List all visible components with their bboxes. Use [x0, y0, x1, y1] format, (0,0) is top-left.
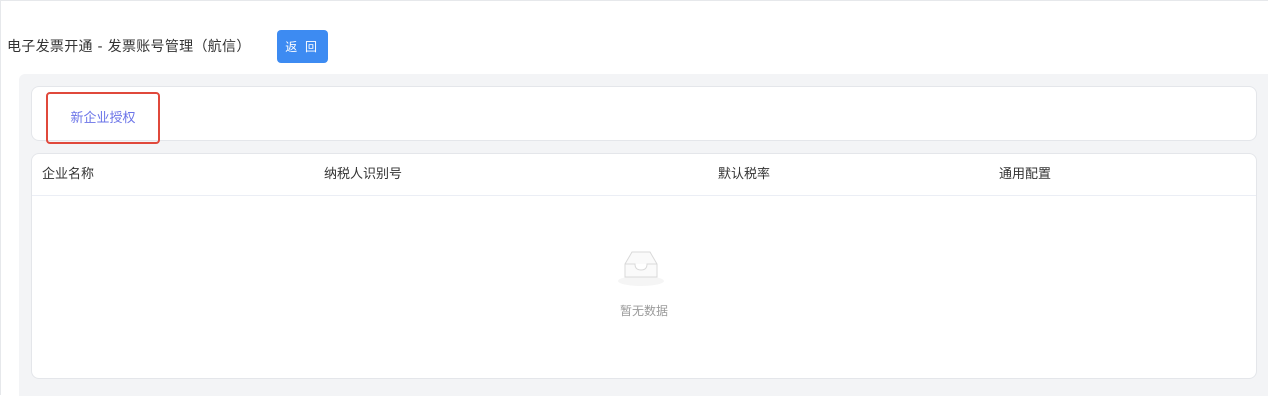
table-header: 企业名称 纳税人识别号 默认税率 通用配置: [32, 154, 1256, 196]
page-frame: 电子发票开通 - 发票账号管理（航信） 返 回 新企业授权 企业名称 纳税人识别…: [0, 0, 1268, 396]
toolbar-card: 新企业授权: [31, 86, 1257, 144]
column-header-general-config[interactable]: 通用配置: [999, 154, 1051, 196]
page-title: 电子发票开通 - 发票账号管理（航信）: [7, 39, 251, 55]
empty-text: 暂无数据: [619, 304, 668, 318]
column-header-company-name[interactable]: 企业名称: [42, 154, 94, 196]
accounts-table: 企业名称 纳税人识别号 默认税率 通用配置 暂无数据: [31, 153, 1257, 379]
content-area: 新企业授权 企业名称 纳税人识别号 默认税率 通用配置 暂无数据: [19, 74, 1268, 396]
page-header: 电子发票开通 - 发票账号管理（航信） 返 回: [7, 29, 328, 63]
new-enterprise-auth-link[interactable]: 新企业授权: [46, 92, 160, 144]
empty-state: 暂无数据: [32, 196, 1256, 378]
empty-inbox-icon: [618, 251, 664, 286]
column-header-taxpayer-id[interactable]: 纳税人识别号: [324, 154, 402, 196]
back-button[interactable]: 返 回: [276, 29, 328, 63]
column-header-default-tax-rate[interactable]: 默认税率: [718, 154, 770, 196]
